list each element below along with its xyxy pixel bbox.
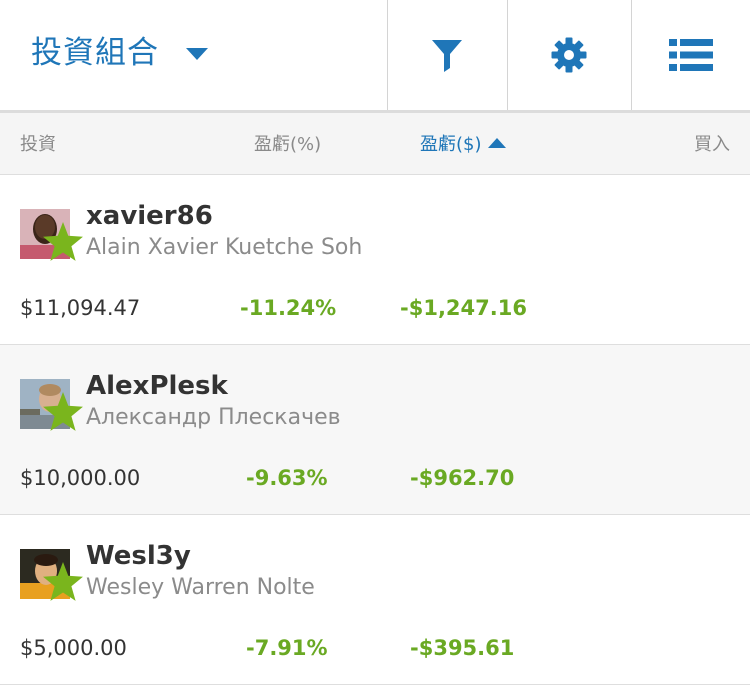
page-title: 投資組合 [31, 35, 159, 71]
filter-button[interactable] [388, 0, 506, 110]
pl-percent: -7.91% [246, 636, 328, 660]
portfolio-screen: 投資組合 投資 盈虧(%) 盈虧($) 買入 xavier86 Alain Xa… [0, 0, 750, 685]
column-invest[interactable]: 投資 [20, 133, 56, 157]
portfolio-dropdown[interactable]: 投資組合 [0, 0, 387, 110]
list-icon [669, 39, 713, 71]
pl-percent: -11.24% [240, 296, 337, 320]
gear-icon [551, 37, 587, 73]
full-name: Wesley Warren Nolte [86, 575, 315, 600]
pl-dollar: -$962.70 [410, 466, 515, 490]
list-view-button[interactable] [632, 0, 750, 110]
pl-dollar: -$1,247.16 [400, 296, 527, 320]
invested-amount: $10,000.00 [20, 466, 141, 490]
portfolio-row[interactable]: AlexPlesk Александр Плескачев $10,000.00… [0, 345, 750, 515]
invested-amount: $11,094.47 [20, 296, 141, 320]
username: AlexPlesk [86, 371, 228, 401]
star-icon [43, 222, 83, 261]
settings-button[interactable] [508, 0, 630, 110]
full-name: Alain Xavier Kuetche Soh [86, 235, 363, 260]
column-header-bar: 投資 盈虧(%) 盈虧($) 買入 [0, 113, 750, 175]
top-bar: 投資組合 [0, 0, 750, 113]
portfolio-row[interactable]: Wesl3y Wesley Warren Nolte $5,000.00 -7.… [0, 515, 750, 685]
star-icon [43, 562, 83, 601]
star-icon [43, 392, 83, 431]
username: xavier86 [86, 201, 213, 231]
column-buy[interactable]: 買入 [694, 133, 730, 157]
pl-dollar: -$395.61 [410, 636, 515, 660]
column-pl-percent[interactable]: 盈虧(%) [254, 133, 321, 157]
sort-up-icon [487, 138, 506, 148]
full-name: Александр Плескачев [86, 405, 341, 430]
filter-icon [432, 40, 462, 72]
invested-amount: $5,000.00 [20, 636, 127, 660]
username: Wesl3y [86, 541, 191, 571]
column-pl-dollar[interactable]: 盈虧($) [420, 133, 506, 157]
portfolio-row[interactable]: xavier86 Alain Xavier Kuetche Soh $11,09… [0, 175, 750, 345]
caret-down-icon [186, 48, 208, 60]
column-pl-dollar-label: 盈虧($) [420, 134, 482, 155]
pl-percent: -9.63% [246, 466, 328, 490]
